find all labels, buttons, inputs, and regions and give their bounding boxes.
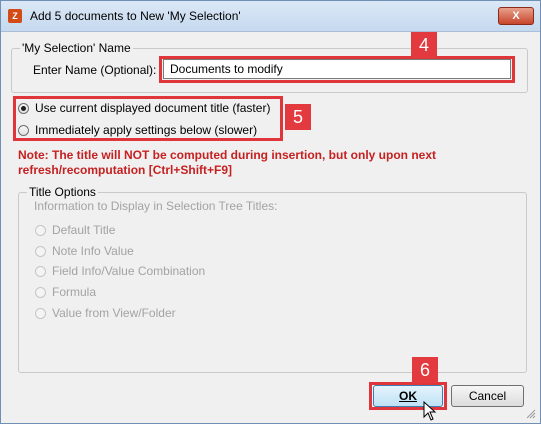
option-label: Field Info/Value Combination xyxy=(52,264,206,278)
callout-badge-6: 6 xyxy=(412,357,438,383)
cancel-button[interactable]: Cancel xyxy=(451,385,524,407)
option-label: Default Title xyxy=(52,223,116,237)
option-formula[interactable]: Formula xyxy=(35,285,96,299)
dialog-window: Z Add 5 documents to New 'My Selection' … xyxy=(0,0,541,424)
close-button[interactable]: X xyxy=(498,7,534,25)
option-default-title[interactable]: Default Title xyxy=(35,223,115,237)
radio-disabled-icon xyxy=(35,224,46,236)
option-label: Value from View/Folder xyxy=(52,306,176,320)
title-bar[interactable]: Z Add 5 documents to New 'My Selection' … xyxy=(1,1,540,32)
info-display-label: Information to Display in Selection Tree… xyxy=(34,199,278,213)
dialog-title: Add 5 documents to New 'My Selection' xyxy=(30,9,241,23)
insertion-note: Note: The title will NOT be computed dur… xyxy=(18,148,436,177)
title-options-legend: Title Options xyxy=(29,185,96,199)
enter-name-label: Enter Name (Optional): xyxy=(33,63,157,77)
radio-disabled-icon xyxy=(35,286,46,298)
callout-badge-4: 4 xyxy=(411,32,437,58)
option-field-info-value[interactable]: Field Info/Value Combination xyxy=(35,264,205,278)
option-label: Formula xyxy=(52,285,97,299)
close-icon: X xyxy=(512,10,520,22)
option-note-info-value[interactable]: Note Info Value xyxy=(35,244,134,258)
selection-name-legend: 'My Selection' Name xyxy=(22,41,131,55)
radio-disabled-icon xyxy=(35,265,46,277)
option-value-from-view[interactable]: Value from View/Folder xyxy=(35,306,176,320)
radio-disabled-icon xyxy=(35,307,46,319)
mouse-cursor-icon xyxy=(423,401,437,421)
radio-disabled-icon xyxy=(35,245,46,257)
title-options-group: Title Options xyxy=(18,185,527,373)
callout-badge-5: 5 xyxy=(285,104,311,130)
app-icon: Z xyxy=(8,9,22,23)
resize-grip-icon[interactable] xyxy=(526,409,536,419)
option-label: Note Info Value xyxy=(52,244,134,258)
callout-highlight-name xyxy=(159,56,515,83)
callout-highlight-radios xyxy=(13,96,283,141)
